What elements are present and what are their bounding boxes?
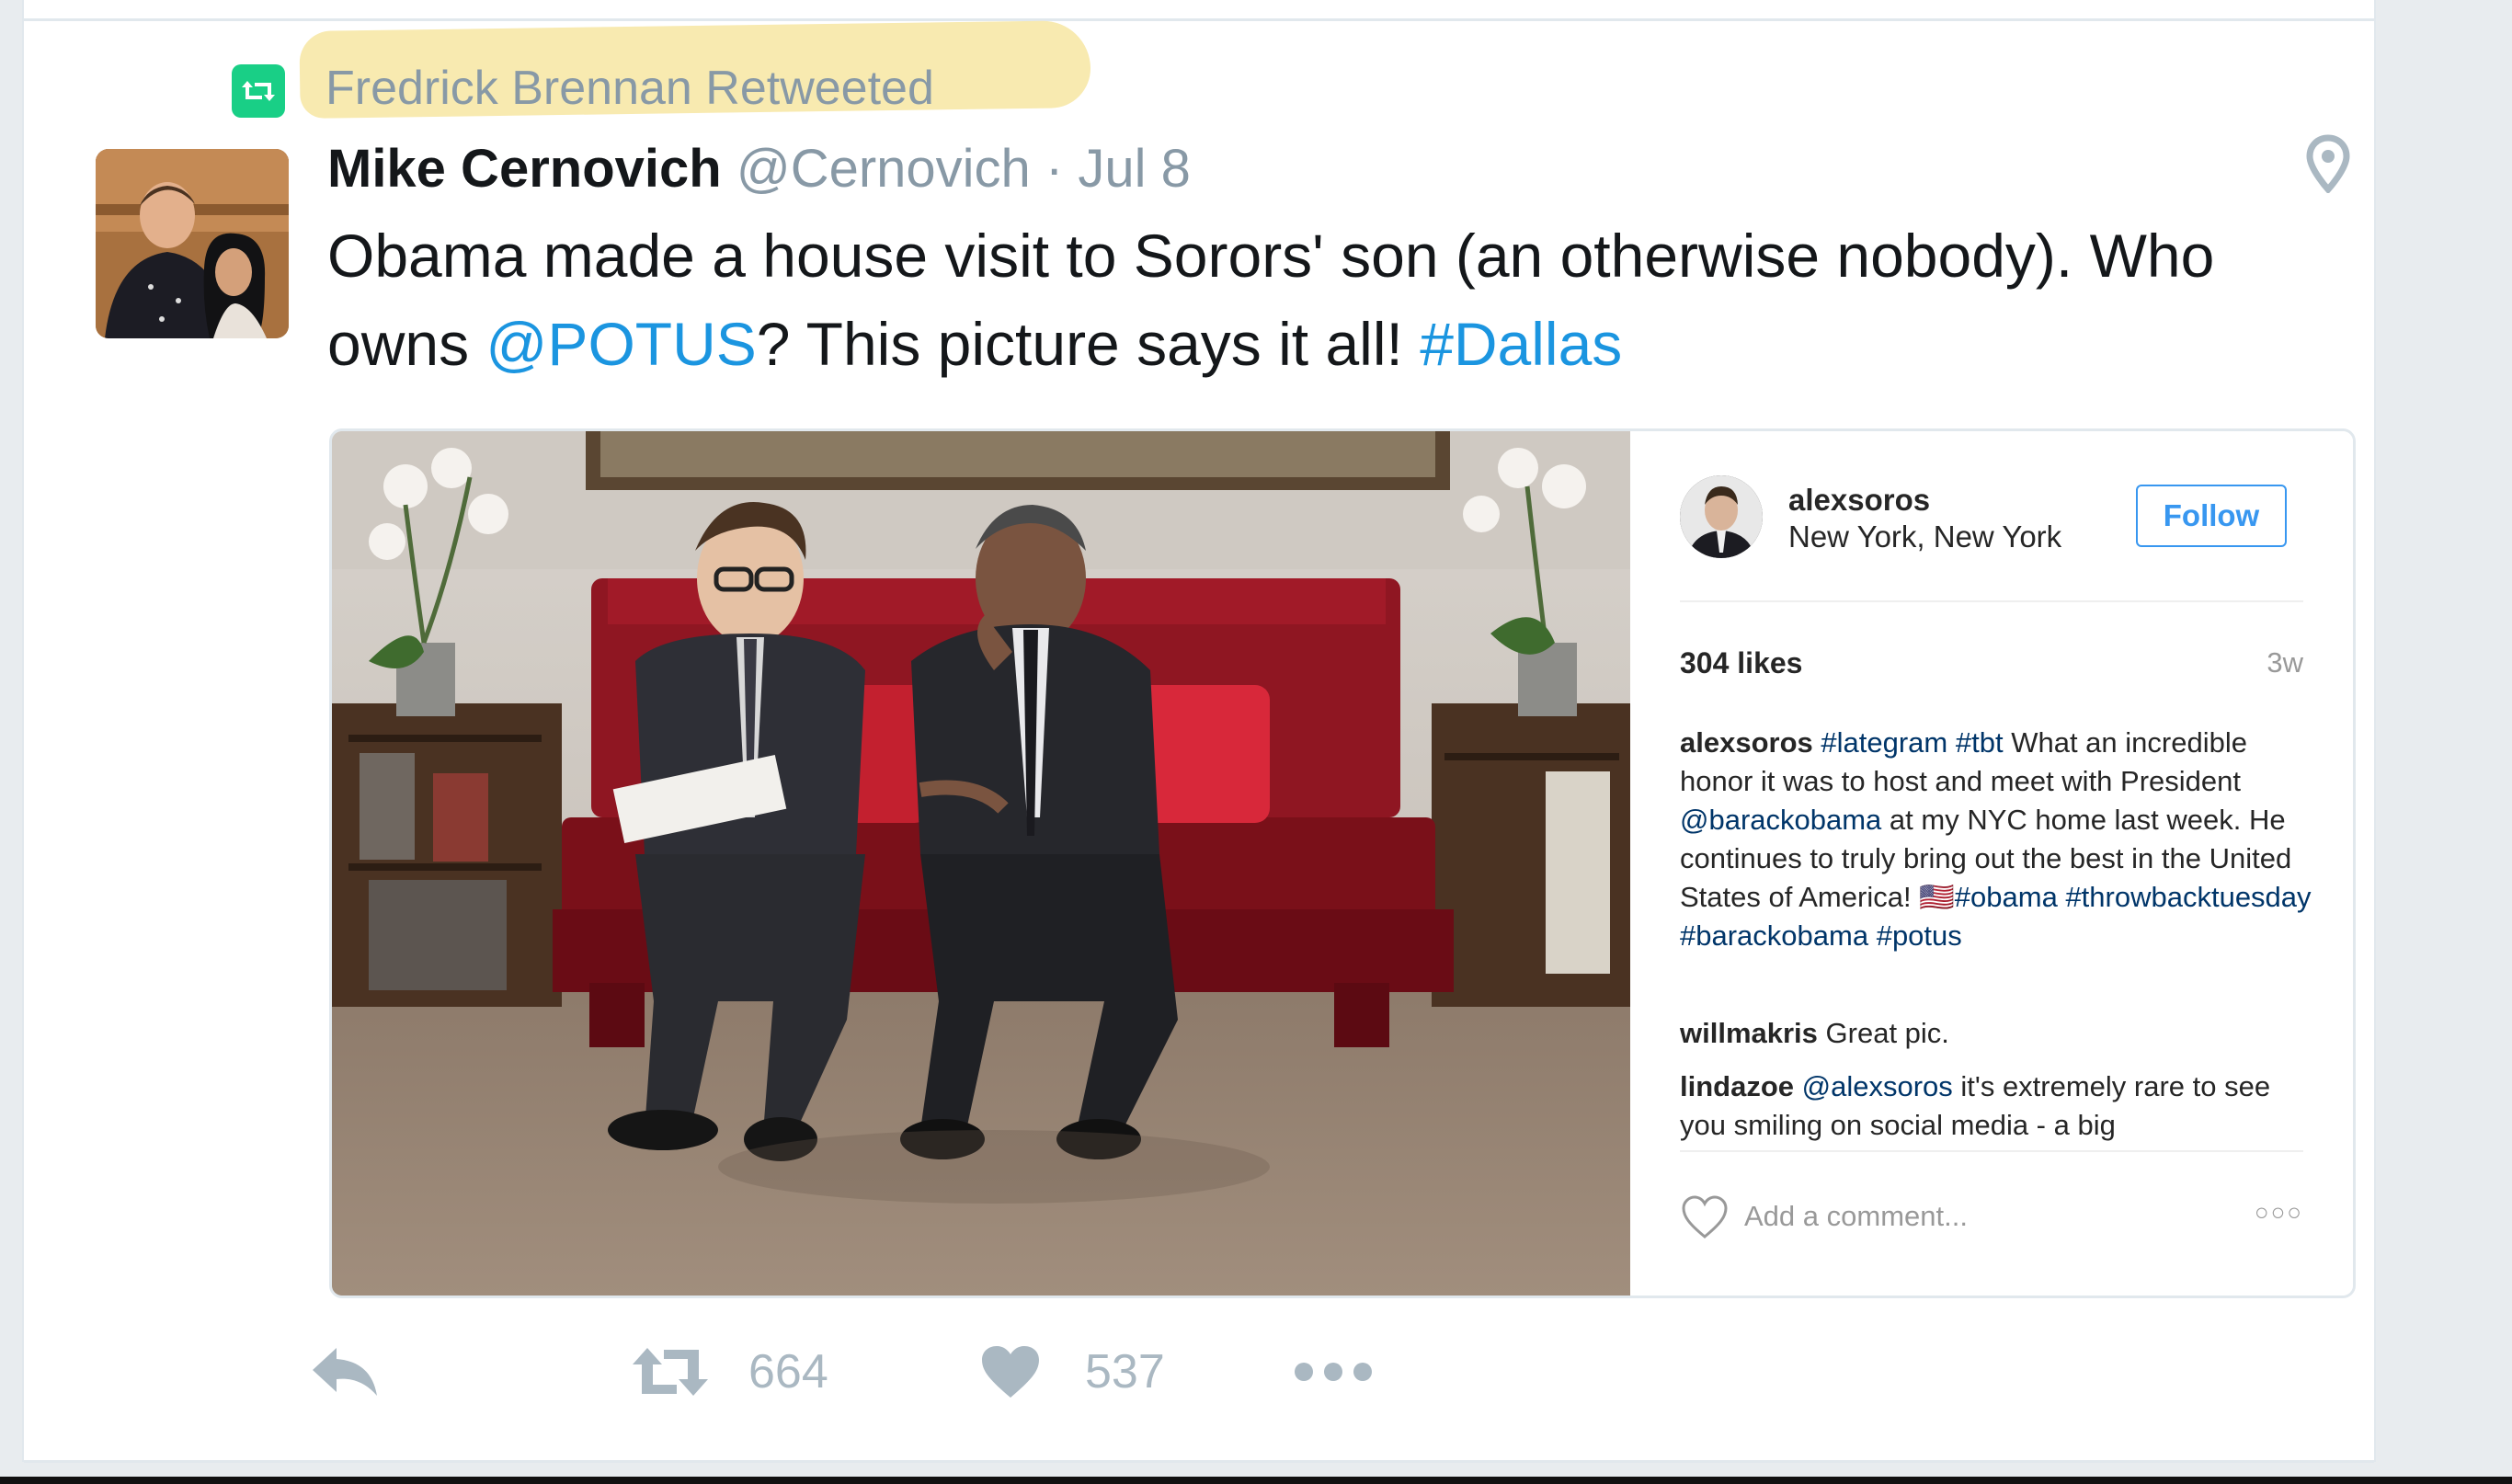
- hashtag-link[interactable]: #tbt: [1956, 726, 2004, 759]
- comment-username[interactable]: lindazoe: [1680, 1070, 1794, 1102]
- hashtag-link[interactable]: #lategram: [1821, 726, 1947, 759]
- comment-username[interactable]: willmakris: [1680, 1017, 1818, 1049]
- hashtag-link[interactable]: #Dallas: [1420, 310, 1622, 378]
- retweet-icon: [232, 64, 285, 118]
- follow-button[interactable]: Follow: [2136, 485, 2287, 547]
- tweet-text-part: ? This picture says it all!: [756, 310, 1421, 378]
- instagram-panel: alexsoros New York, New York Follow 304 …: [1630, 431, 2353, 1296]
- retweet-icon: [631, 1344, 710, 1399]
- heart-icon[interactable]: [1680, 1194, 1730, 1240]
- retweet-button[interactable]: 664: [631, 1344, 828, 1399]
- like-count: 537: [1085, 1345, 1165, 1398]
- like-button[interactable]: 537: [980, 1344, 1165, 1399]
- more-icon: [1293, 1344, 1374, 1399]
- location-pin-icon[interactable]: [2304, 134, 2352, 195]
- more-icon[interactable]: ○○○: [2255, 1198, 2303, 1227]
- mention-link[interactable]: @barackobama: [1680, 804, 1881, 836]
- avatar[interactable]: [96, 149, 289, 338]
- tweet-header: Mike Cernovich @Cernovich · Jul 8: [327, 138, 1191, 200]
- instagram-divider: [1680, 600, 2303, 602]
- comment: willmakris Great pic.: [1680, 1014, 2314, 1053]
- hashtag-link[interactable]: #potus: [1877, 919, 1962, 952]
- add-comment-input[interactable]: Add a comment...: [1744, 1200, 1968, 1233]
- hashtag-link[interactable]: #throwbacktuesday: [2065, 881, 2311, 913]
- media-card[interactable]: alexsoros New York, New York Follow 304 …: [329, 428, 2356, 1298]
- instagram-location[interactable]: New York, New York: [1788, 519, 2061, 554]
- instagram-avatar[interactable]: [1680, 475, 1763, 558]
- reply-button[interactable]: [311, 1344, 381, 1399]
- bottom-divider: [24, 1460, 2374, 1463]
- hashtag-link[interactable]: #barackobama: [1680, 919, 1868, 952]
- display-name[interactable]: Mike Cernovich: [327, 139, 722, 199]
- heart-icon: [980, 1344, 1041, 1399]
- top-divider: [24, 18, 2374, 21]
- handle[interactable]: @Cernovich: [736, 139, 1031, 199]
- flag-emoji: 🇺🇸: [1919, 881, 1955, 913]
- instagram-caption: alexsoros #lategram #tbt What an incredi…: [1680, 724, 2314, 955]
- screen-edge: [0, 1477, 2512, 1484]
- more-button[interactable]: [1293, 1344, 1374, 1399]
- comment-text: Great pic.: [1817, 1017, 1949, 1049]
- instagram-divider: [1680, 1150, 2303, 1152]
- caption-username[interactable]: alexsoros: [1680, 726, 1813, 759]
- tweet-date[interactable]: Jul 8: [1078, 139, 1191, 199]
- mention-link[interactable]: @POTUS: [485, 310, 756, 378]
- retweet-count: 664: [748, 1345, 828, 1398]
- tweet-card[interactable]: Fredrick Brennan Retweeted Mike Cernovic…: [22, 0, 2376, 1463]
- reply-icon: [311, 1344, 381, 1399]
- separator-dot: ·: [1045, 139, 1064, 199]
- post-age: 3w: [2267, 646, 2303, 679]
- like-count[interactable]: 304 likes: [1680, 646, 1802, 680]
- instagram-username[interactable]: alexsoros: [1788, 483, 1930, 518]
- tweet-text: Obama made a house visit to Sorors' son …: [327, 211, 2332, 388]
- hashtag-link[interactable]: #obama: [1955, 881, 2058, 913]
- mention-link[interactable]: @alexsoros: [1802, 1070, 1953, 1102]
- page: Fredrick Brennan Retweeted Mike Cernovic…: [0, 0, 2512, 1484]
- retweet-context[interactable]: Fredrick Brennan Retweeted: [325, 61, 934, 116]
- comment: lindazoe @alexsoros it's extremely rare …: [1680, 1067, 2314, 1145]
- embedded-photo[interactable]: [332, 431, 1630, 1296]
